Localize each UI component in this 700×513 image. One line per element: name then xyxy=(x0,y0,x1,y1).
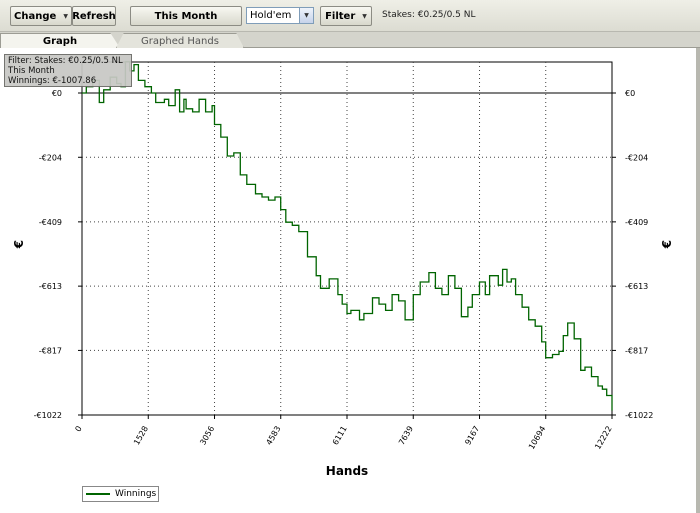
toolbar: Change ▼ Refresh This Month Hold'em ▼ Fi… xyxy=(0,0,700,32)
game-type-select[interactable]: Hold'em ▼ xyxy=(246,7,314,24)
game-type-value: Hold'em xyxy=(250,10,292,21)
period-button-label: This Month xyxy=(154,10,218,22)
change-button[interactable]: Change ▼ xyxy=(10,6,72,26)
y-tick-label-right: €0 xyxy=(625,89,635,98)
x-tick-label: 6111 xyxy=(331,425,349,447)
filter-button[interactable]: Filter ▼ xyxy=(320,6,372,26)
tab-graphed-hands[interactable]: Graphed Hands xyxy=(116,33,244,48)
y-tick-label-right: -€409 xyxy=(625,218,648,227)
winnings-chart: €0 €0 -€204 -€204 -€409 -€409 -€613 -€613 -€817 -… xyxy=(12,60,674,478)
x-tick-label: 4583 xyxy=(264,425,282,447)
x-tick-label: 12222 xyxy=(593,425,614,452)
legend-swatch xyxy=(86,493,110,495)
filter-info-box: Filter: Stakes: €0.25/0.5 NL This Month … xyxy=(4,54,132,87)
chevron-down-icon: ▼ xyxy=(362,12,367,20)
y-tick-label-right: -€817 xyxy=(625,346,648,355)
y-tick-label-left: -€1022 xyxy=(34,411,62,420)
refresh-button-label: Refresh xyxy=(72,10,116,22)
x-axis-title: Hands xyxy=(326,464,368,478)
chevron-down-icon[interactable]: ▼ xyxy=(299,8,313,23)
x-tick-label: 1528 xyxy=(132,425,150,447)
x-tick-label: 9167 xyxy=(463,425,481,447)
x-tick-label: 3056 xyxy=(198,425,216,447)
y-tick-label-left: €0 xyxy=(52,89,62,98)
x-tick-label: 7639 xyxy=(397,425,415,447)
period-button[interactable]: This Month xyxy=(130,6,242,26)
refresh-button[interactable]: Refresh xyxy=(72,6,116,26)
tab-graph[interactable]: Graph xyxy=(0,33,120,48)
y-tick-label-left: -€409 xyxy=(39,218,62,227)
x-tick-label: 10694 xyxy=(527,425,548,452)
info-winnings-line: Winnings: €-1007.86 xyxy=(8,76,97,86)
info-filter-line: Filter: Stakes: €0.25/0.5 NL xyxy=(8,56,123,66)
y-tick-label-left: -€817 xyxy=(39,346,62,355)
y-tick-label-right: -€204 xyxy=(625,153,648,162)
y-tick-label-left: -€613 xyxy=(39,282,62,291)
chevron-down-icon: ▼ xyxy=(63,12,68,20)
window-edge xyxy=(696,48,700,513)
x-tick-label: 0 xyxy=(73,425,83,434)
y-axis-title-left: € xyxy=(12,240,26,249)
y-axis-title-right: € xyxy=(660,240,674,249)
filter-button-label: Filter xyxy=(325,10,356,22)
y-tick-label-left: -€204 xyxy=(39,153,62,162)
change-button-label: Change xyxy=(14,10,57,22)
chart-legend: Winnings xyxy=(82,486,159,502)
legend-label: Winnings xyxy=(115,489,157,499)
stakes-status-text: Stakes: €0.25/0.5 NL xyxy=(382,10,476,20)
chart-area: €0 €0 -€204 -€204 -€409 -€409 -€613 -€613 -€817 -… xyxy=(0,48,700,513)
y-tick-label-right: -€1022 xyxy=(625,411,653,420)
info-period-line: This Month xyxy=(8,66,55,76)
tab-bar: Graph Graphed Hands xyxy=(0,32,700,48)
y-tick-label-right: -€613 xyxy=(625,282,648,291)
